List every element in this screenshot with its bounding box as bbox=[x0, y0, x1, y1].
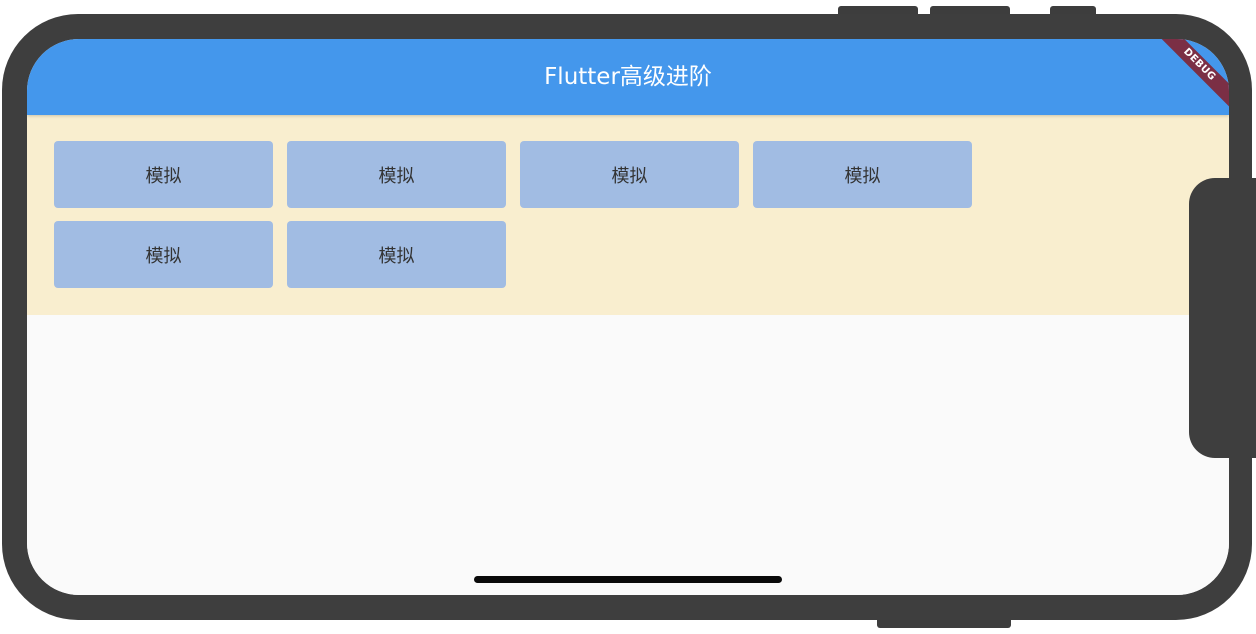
wrap-button-list: 模拟 模拟 模拟 模拟 模拟 模拟 bbox=[54, 141, 1204, 288]
device-stage: Flutter高级进阶 DEBUG 模拟 模拟 模拟 模拟 模拟 模拟 bbox=[0, 0, 1256, 634]
home-indicator[interactable] bbox=[474, 576, 782, 583]
simulate-button[interactable]: 模拟 bbox=[520, 141, 739, 208]
content-area bbox=[27, 315, 1229, 595]
simulate-button[interactable]: 模拟 bbox=[287, 141, 506, 208]
device-notch bbox=[1189, 178, 1256, 458]
wrap-container: 模拟 模拟 模拟 模拟 模拟 模拟 bbox=[27, 115, 1229, 315]
simulate-button[interactable]: 模拟 bbox=[287, 221, 506, 288]
app-bar-title: Flutter高级进阶 bbox=[544, 64, 712, 90]
app-bar: Flutter高级进阶 bbox=[27, 39, 1229, 115]
app-screen: Flutter高级进阶 DEBUG 模拟 模拟 模拟 模拟 模拟 模拟 bbox=[27, 39, 1229, 595]
simulate-button[interactable]: 模拟 bbox=[54, 221, 273, 288]
simulate-button[interactable]: 模拟 bbox=[753, 141, 972, 208]
simulate-button[interactable]: 模拟 bbox=[54, 141, 273, 208]
